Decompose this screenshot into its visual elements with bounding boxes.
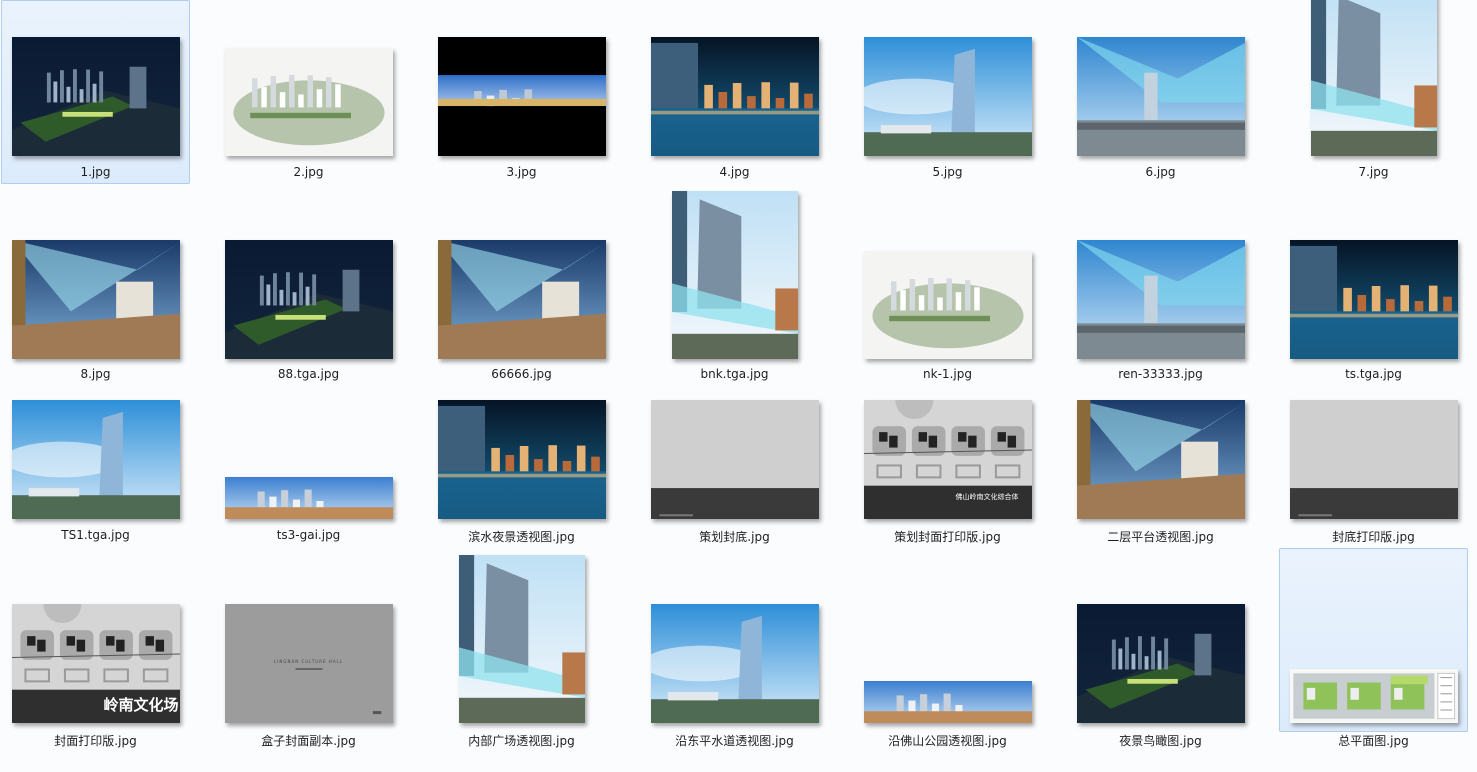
file-name-label: ren-33333.jpg [1118,367,1203,381]
file-name-label: 8.jpg [80,367,111,381]
file-name-label: 4.jpg [719,165,750,179]
file-thumbnail[interactable] [1076,37,1245,156]
file-name-label: 二层平台透视图.jpg [1107,530,1214,544]
file-item[interactable]: 4.jpg [640,0,829,184]
file-item[interactable]: 66666.jpg [427,186,616,381]
file-name-label: 2.jpg [293,165,324,179]
file-item[interactable]: 二层平台透视图.jpg [1066,384,1255,568]
file-thumbnail[interactable] [1076,400,1245,519]
cover-title-text: 佛山岭南文化综合体 [955,493,1019,501]
file-thumbnail[interactable] [1289,400,1458,519]
file-name-label: 封面打印版.jpg [54,734,137,748]
file-thumbnail[interactable] [1289,240,1458,359]
file-name-label: 7.jpg [1358,165,1389,179]
file-thumbnail[interactable] [650,400,819,519]
file-name-label: 盒子封面副本.jpg [261,734,356,748]
file-item[interactable]: 沿佛山公园透视图.jpg [853,548,1042,748]
file-thumbnail[interactable] [863,37,1032,156]
file-thumbnail[interactable] [863,251,1032,359]
file-name-label: 总平面图.jpg [1338,734,1409,748]
file-name-label: 66666.jpg [491,367,552,381]
file-item[interactable]: 88.tga.jpg [214,186,403,381]
file-name-label: TS1.tga.jpg [61,528,130,542]
file-thumbnail[interactable] [863,681,1032,723]
file-item[interactable]: TS1.tga.jpg [1,384,190,568]
file-name-label: 1.jpg [80,165,111,179]
file-item[interactable]: 佛山岭南文化综合体策划封面打印版.jpg [853,384,1042,568]
file-name-label: 夜景鸟瞰图.jpg [1119,734,1202,748]
file-thumbnail[interactable] [11,240,180,359]
cover-title-text: LINGNAN CULTURE HALL [273,659,344,664]
file-thumbnail[interactable] [437,240,606,359]
file-thumbnail[interactable] [1076,240,1245,359]
file-thumbnail[interactable] [671,191,798,359]
file-thumbnail[interactable] [224,477,393,519]
file-item[interactable]: 沿东平水道透视图.jpg [640,548,829,748]
file-thumbnail[interactable] [437,400,606,519]
file-item[interactable]: 岭南文化场封面打印版.jpg [1,548,190,748]
file-thumbnail[interactable] [1289,669,1458,723]
file-name-label: 封底打印版.jpg [1332,530,1415,544]
file-thumbnail[interactable] [224,48,393,156]
file-item[interactable]: 总平面图.jpg [1279,548,1468,748]
file-item[interactable]: 6.jpg [1066,0,1255,184]
file-item[interactable]: LINGNAN CULTURE HALL 盒子封面副本.jpg [214,548,403,748]
file-name-label: ts.tga.jpg [1345,367,1402,381]
file-item[interactable]: 滨水夜景透视图.jpg [427,384,616,568]
file-name-label: 88.tga.jpg [277,367,340,381]
file-thumbnail[interactable] [1310,0,1437,156]
file-thumbnail[interactable] [650,604,819,723]
file-thumbnail[interactable]: LINGNAN CULTURE HALL [224,604,393,723]
file-icon-grid: 1.jpg 2.jpg 3.jpg 4.jpg 5.jpg 6.jpg 7.jpg 8.jpg… [0,0,1477,772]
file-thumbnail[interactable]: 佛山岭南文化综合体 [863,400,1032,519]
file-item[interactable]: 3.jpg [427,0,616,184]
file-item[interactable]: ren-33333.jpg [1066,186,1255,381]
file-item[interactable]: 封底打印版.jpg [1279,384,1468,568]
file-item[interactable]: bnk.tga.jpg [640,186,829,381]
file-name-label: 内部广场透视图.jpg [468,734,575,748]
file-name-label: nk-1.jpg [923,367,972,381]
file-thumbnail[interactable] [11,400,180,519]
file-item[interactable]: 1.jpg [1,0,190,184]
file-name-label: ts3-gai.jpg [276,528,341,542]
file-name-label: 沿东平水道透视图.jpg [675,734,794,748]
file-name-label: bnk.tga.jpg [700,367,769,381]
file-name-label: 策划封底.jpg [699,530,770,544]
file-thumbnail[interactable]: 岭南文化场 [11,604,180,723]
file-thumbnail[interactable] [11,37,180,156]
file-name-label: 策划封面打印版.jpg [894,530,1001,544]
file-name-label: 3.jpg [506,165,537,179]
file-item[interactable]: ts.tga.jpg [1279,186,1468,381]
file-item[interactable]: 2.jpg [214,0,403,184]
file-name-label: 6.jpg [1145,165,1176,179]
file-name-label: 滨水夜景透视图.jpg [468,530,575,544]
file-item[interactable]: 5.jpg [853,0,1042,184]
file-thumbnail[interactable] [650,37,819,156]
file-item[interactable]: nk-1.jpg [853,186,1042,381]
file-thumbnail[interactable] [1076,604,1245,723]
file-item[interactable]: 内部广场透视图.jpg [427,548,616,748]
file-item[interactable]: 7.jpg [1279,0,1468,184]
file-item[interactable]: 夜景鸟瞰图.jpg [1066,548,1255,748]
file-thumbnail[interactable] [437,37,606,156]
file-name-label: 沿佛山公园透视图.jpg [888,734,1007,748]
file-item[interactable]: ts3-gai.jpg [214,384,403,568]
file-thumbnail[interactable] [224,240,393,359]
cover-title-text: 岭南文化场 [103,696,179,714]
file-item[interactable]: 8.jpg [1,186,190,381]
file-thumbnail[interactable] [458,555,585,723]
file-item[interactable]: 策划封底.jpg [640,384,829,568]
file-name-label: 5.jpg [932,165,963,179]
